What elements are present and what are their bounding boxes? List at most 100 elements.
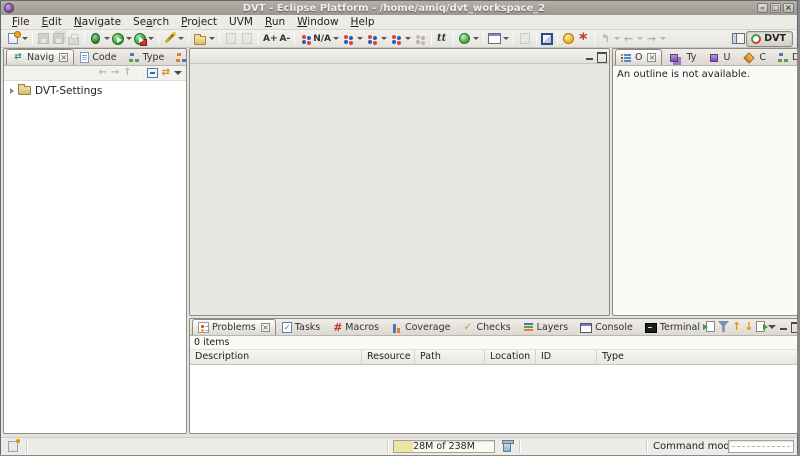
save-button[interactable] [36,31,51,47]
debug-button[interactable] [88,31,111,47]
disabled-doc-button-2[interactable] [239,31,255,47]
tab-code[interactable]: Code [74,49,122,65]
export-log-icon[interactable] [756,321,765,332]
maximize-view-icon[interactable] [791,322,798,331]
dvt-perspective-button[interactable]: DVT [746,31,793,47]
link-with-editor-icon[interactable]: ⇄ [162,67,170,79]
tt-toggle-button[interactable] [435,31,450,47]
tab-coverage[interactable]: Coverage [385,319,457,335]
tab-outline[interactable]: O × [615,49,662,65]
editor-window-button[interactable] [487,31,510,47]
tab-navigator[interactable]: ⇄ Navig × [6,49,74,65]
font-increase-button[interactable]: A+ [262,31,279,47]
run-external-button[interactable] [133,31,155,47]
tab-problems[interactable]: Problems × [192,319,276,335]
tab-checks-bottom[interactable]: Checks [456,319,516,335]
dvt-build-button-3[interactable] [388,31,412,47]
import-log-icon[interactable] [706,321,715,332]
close-tab-icon[interactable]: × [647,53,656,62]
tab-trace[interactable]: Trace [170,49,187,65]
close-tab-icon[interactable]: × [261,323,270,332]
tab-types[interactable]: Ty [662,49,702,65]
close-tab-icon[interactable]: × [59,53,68,62]
save-all-button[interactable] [51,31,66,47]
tree-item-dvt-settings[interactable]: DVT-Settings [4,83,186,98]
forward-button[interactable]: → [644,31,667,47]
problems-table-body[interactable] [190,365,797,433]
garbage-collect-icon[interactable] [503,442,511,452]
minimize-view-icon[interactable] [585,52,594,61]
dropdown-caret[interactable] [357,37,363,40]
last-edit-location-button[interactable]: ↰ [598,31,621,47]
dropdown-caret[interactable] [148,37,154,40]
status-icon[interactable] [8,441,18,452]
open-folder-button[interactable] [192,31,216,47]
menu-edit[interactable]: Edit [36,16,68,28]
red-asterisk-button[interactable] [576,31,591,47]
dropdown-caret[interactable] [178,37,184,40]
menu-window[interactable]: Window [291,16,344,28]
dropdown-caret[interactable] [473,37,479,40]
menu-uvm[interactable]: UVM [223,16,259,28]
dropdown-caret[interactable] [126,37,132,40]
back-button[interactable]: ← [621,31,644,47]
close-button[interactable]: × [783,3,794,13]
menu-search[interactable]: Search [127,16,175,28]
expand-arrow-icon[interactable] [10,88,14,94]
dropdown-caret[interactable] [614,37,620,40]
maximize-button[interactable]: ▢ [770,3,781,13]
dropdown-caret[interactable] [503,37,509,40]
dvt-build-na-button[interactable]: N/A [298,31,340,47]
tab-design[interactable]: D [772,49,798,65]
next-marker-icon[interactable]: ↓ [744,320,753,333]
wand-button[interactable] [162,31,185,47]
run-button[interactable] [111,31,133,47]
dropdown-caret[interactable] [104,37,110,40]
menu-project[interactable]: Project [175,16,223,28]
print-button[interactable] [66,31,81,47]
dropdown-caret[interactable] [333,37,339,40]
tab-terminal[interactable]: Terminal [639,319,706,335]
menu-run[interactable]: Run [259,16,291,28]
font-decrease-button[interactable]: A- [279,31,292,47]
up-icon[interactable]: ↑ [123,67,131,79]
collapse-all-icon[interactable] [147,68,158,78]
back-icon[interactable]: ← [98,67,106,79]
column-type[interactable]: Type [597,350,797,364]
disabled-doc-button-3[interactable] [517,31,533,47]
new-wizard-button[interactable] [5,31,29,47]
tab-uvm[interactable]: U [702,49,736,65]
filter-icon[interactable] [718,321,729,332]
column-id[interactable]: ID [536,350,597,364]
column-resource[interactable]: Resource [362,350,415,364]
tab-console[interactable]: Console [574,319,639,335]
menu-help[interactable]: Help [345,16,381,28]
dropdown-caret[interactable] [22,37,28,40]
empty-editor-area[interactable] [190,64,609,315]
dvt-build-disabled-button[interactable] [412,31,428,47]
column-location[interactable]: Location [485,350,536,364]
tab-checks[interactable]: C [736,49,772,65]
minimize-view-icon[interactable] [779,322,788,331]
tab-type[interactable]: Type [123,49,171,65]
yellow-ball-button[interactable] [561,31,576,47]
dvt-build-button-2[interactable] [364,31,388,47]
status-ball-button[interactable] [457,31,480,47]
menu-file[interactable]: File [6,16,36,28]
view-menu-icon[interactable] [174,71,182,75]
forward-icon[interactable]: → [111,67,119,79]
dropdown-caret[interactable] [381,37,387,40]
menu-navigate[interactable]: Navigate [68,16,127,28]
dropdown-caret[interactable] [660,37,666,40]
previous-marker-icon[interactable]: ↑ [732,320,741,333]
dropdown-caret[interactable] [209,37,215,40]
view-menu-icon[interactable] [768,325,776,329]
disabled-doc-button-1[interactable] [223,31,239,47]
maximize-view-icon[interactable] [597,52,606,61]
console-view-button[interactable] [540,31,554,47]
column-path[interactable]: Path [415,350,485,364]
dvt-build-button-1[interactable] [340,31,364,47]
window-menu-icon[interactable] [4,3,14,13]
tab-macros[interactable]: Macros [326,319,385,335]
open-perspective-button[interactable] [731,31,746,47]
